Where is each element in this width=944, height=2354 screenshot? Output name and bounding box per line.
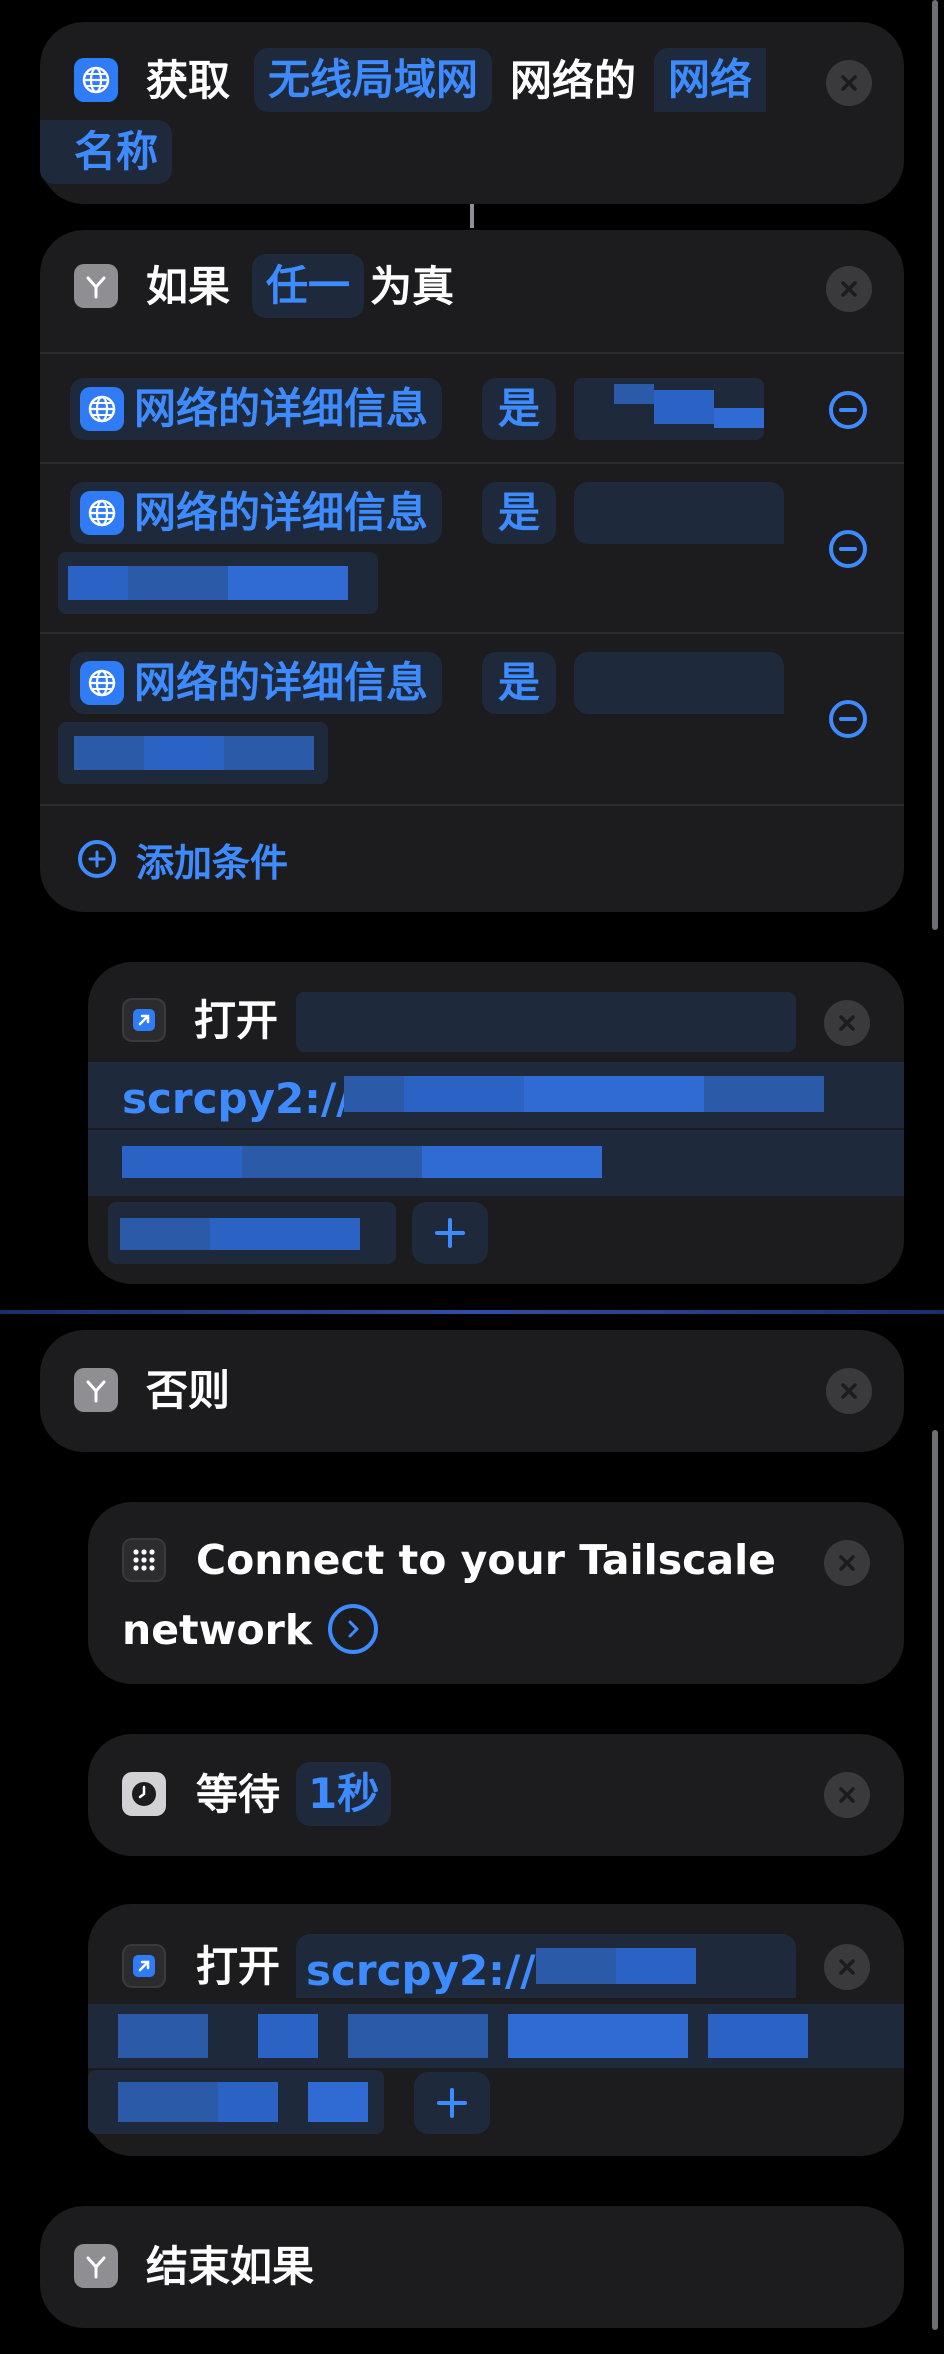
- end-if-label: 结束如果: [146, 2242, 315, 2291]
- condition-value-redacted[interactable]: [574, 378, 764, 440]
- scrollbar-bottom[interactable]: [932, 1430, 938, 2330]
- branch-icon: [74, 264, 118, 308]
- close-icon[interactable]: [824, 1944, 870, 1990]
- url-scheme-text: scrcpy2://: [122, 1074, 352, 1123]
- condition-divider: [40, 462, 904, 464]
- close-icon[interactable]: [824, 1540, 870, 1586]
- condition-value-redacted-cont[interactable]: [58, 552, 378, 614]
- wait-action-card[interactable]: 等待 1秒: [88, 1734, 904, 1856]
- add-variable-button[interactable]: [414, 2072, 490, 2134]
- flow-connector: [470, 204, 474, 228]
- clock-icon: [122, 1772, 166, 1816]
- condition-field-token[interactable]: 网络的详细信息: [70, 378, 443, 440]
- get-verb: 获取: [146, 56, 231, 105]
- branch-icon: [74, 1368, 118, 1412]
- drop-indicator: [0, 1310, 944, 1314]
- open-url-action-card[interactable]: 打开 scrcpy2://: [88, 962, 904, 1284]
- tailscale-title-line2: network: [122, 1606, 313, 1654]
- remove-circle-icon[interactable]: [829, 530, 867, 568]
- remove-circle-icon[interactable]: [829, 700, 867, 738]
- otherwise-card[interactable]: 否则: [40, 1330, 904, 1452]
- condition-value-redacted-cont[interactable]: [58, 722, 328, 784]
- condition-field-label: 网络的详细信息: [134, 488, 429, 537]
- get-network-action-card[interactable]: 获取 无线局域网 网络的 网络 名称: [40, 22, 904, 204]
- condition-field-label: 网络的详细信息: [134, 658, 429, 707]
- globe-icon: [80, 661, 124, 705]
- if-header-divider: [40, 352, 904, 354]
- close-icon[interactable]: [826, 60, 872, 106]
- condition-field-token[interactable]: 网络的详细信息: [70, 652, 443, 714]
- open-app-icon: [122, 1944, 166, 1988]
- if-suffix-label: 为真: [370, 262, 455, 311]
- close-icon[interactable]: [824, 1000, 870, 1046]
- condition-divider: [40, 804, 904, 806]
- condition-divider: [40, 632, 904, 634]
- network-property-token-part1[interactable]: 网络: [654, 48, 767, 112]
- plus-icon: [437, 2088, 467, 2118]
- globe-icon: [80, 491, 124, 535]
- condition-value-redacted[interactable]: [574, 482, 784, 544]
- close-icon[interactable]: [826, 266, 872, 312]
- url-token-line-4[interactable]: [108, 1202, 396, 1264]
- branch-icon: [74, 2244, 118, 2288]
- globe-icon: [74, 58, 118, 102]
- add-variable-button[interactable]: [412, 1202, 488, 1264]
- add-condition-label: 添加条件: [136, 840, 289, 885]
- url-token-first-line[interactable]: [296, 992, 796, 1052]
- tailscale-title-line1: Connect to your Tailscale: [196, 1536, 776, 1584]
- remove-circle-icon[interactable]: [829, 391, 867, 429]
- condition-field-label: 网络的详细信息: [134, 384, 429, 433]
- wait-verb: 等待: [196, 1770, 281, 1819]
- close-icon[interactable]: [826, 1368, 872, 1414]
- network-type-token[interactable]: 无线局域网: [254, 48, 493, 112]
- condition-value-redacted[interactable]: [574, 652, 784, 714]
- tailscale-action-card[interactable]: Connect to your Tailscale network: [88, 1502, 904, 1684]
- open-url-action-card[interactable]: 打开 scrcpy2://: [88, 1904, 904, 2156]
- url-token-line-3[interactable]: [88, 2070, 384, 2134]
- close-icon[interactable]: [824, 1772, 870, 1818]
- plus-circle-icon: [78, 840, 116, 878]
- chevron-right-circle-icon[interactable]: [328, 1604, 378, 1654]
- if-mode-token[interactable]: 任一: [252, 254, 365, 318]
- otherwise-label: 否则: [146, 1366, 231, 1415]
- url-scheme-text: scrcpy2://: [306, 1946, 536, 1995]
- network-of-label: 网络的: [510, 56, 637, 105]
- condition-operator-token[interactable]: 是: [482, 482, 557, 544]
- if-condition-card[interactable]: 如果 任一 为真 网络的详细信息 是 网络的详细信息 是 网络的详细信息 是 添…: [40, 230, 904, 912]
- end-if-card[interactable]: 结束如果: [40, 2206, 904, 2328]
- open-app-icon: [122, 998, 166, 1042]
- url-token-line-2[interactable]: [88, 2004, 904, 2068]
- open-verb: 打开: [194, 996, 279, 1045]
- condition-field-token[interactable]: 网络的详细信息: [70, 482, 443, 544]
- url-token-first-line[interactable]: scrcpy2://: [296, 1934, 796, 1998]
- if-label: 如果: [146, 262, 231, 311]
- condition-operator-token[interactable]: 是: [482, 652, 557, 714]
- url-token-line-2[interactable]: scrcpy2://: [88, 1062, 904, 1128]
- plus-icon: [435, 1218, 465, 1248]
- condition-operator-token[interactable]: 是: [482, 378, 557, 440]
- shortcut-grid-icon: [122, 1538, 166, 1582]
- scrollbar-top[interactable]: [932, 0, 938, 930]
- url-token-line-3[interactable]: [88, 1130, 904, 1196]
- open-verb: 打开: [196, 1942, 281, 1991]
- network-property-token-part2[interactable]: 名称: [40, 120, 173, 184]
- add-condition-button[interactable]: 添加条件: [78, 834, 289, 885]
- globe-icon: [80, 387, 124, 431]
- wait-duration-token[interactable]: 1秒: [296, 1762, 392, 1826]
